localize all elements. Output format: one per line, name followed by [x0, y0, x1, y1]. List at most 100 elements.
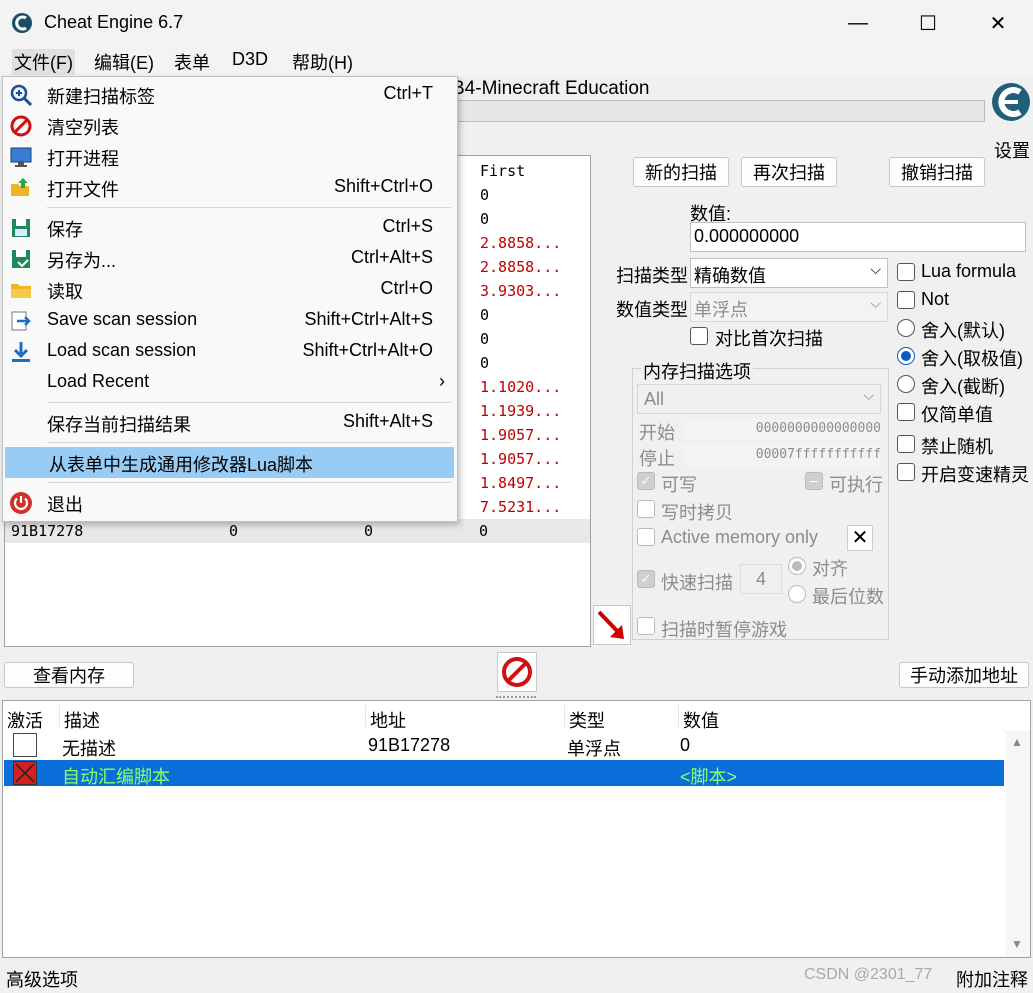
header-divider	[678, 705, 679, 727]
save-as-icon	[12, 250, 30, 268]
comments-label[interactable]: 附加注释	[956, 966, 1028, 992]
memory-options-title: 内存扫描选项	[641, 358, 753, 384]
close-button[interactable]: ✕	[963, 0, 1033, 46]
vertical-scrollbar[interactable]: ▲ ▼	[1006, 731, 1030, 957]
cheat-engine-settings-logo-icon[interactable]	[990, 78, 1032, 134]
first-value-cell: 0	[480, 186, 490, 204]
fast-scan-label: 快速扫描	[661, 573, 733, 593]
stop-input[interactable]: 00007fffffffffff	[682, 444, 881, 466]
round-truncate-radio[interactable]	[897, 375, 915, 393]
menu-item-shortcut: Ctrl+S	[382, 216, 433, 236]
menu-table[interactable]: 表单	[172, 49, 212, 75]
menu-item-new-scan-tab[interactable]: 新建扫描标签 Ctrl+T	[3, 79, 455, 110]
menu-item-save[interactable]: 保存 Ctrl+S	[3, 212, 455, 243]
first-value-cell: 7.5231...	[480, 498, 562, 516]
value-text: 0.000000000	[694, 226, 800, 246]
script-checkbox[interactable]	[13, 761, 37, 785]
menu-item-label: Save scan session	[47, 309, 198, 329]
pause-game-checkbox[interactable]	[637, 617, 655, 635]
menu-item-save-as[interactable]: 另存为... Ctrl+Alt+S	[3, 243, 455, 274]
header-type[interactable]: 类型	[569, 707, 605, 733]
advanced-options-label[interactable]: 高级选项	[6, 966, 78, 992]
add-address-button[interactable]: 手动添加地址	[899, 662, 1029, 688]
header-description[interactable]: 描述	[64, 707, 100, 733]
start-value: 0000000000000000	[755, 421, 881, 436]
menu-item-load[interactable]: 读取 Ctrl+O	[3, 274, 455, 305]
active-checkbox[interactable]	[13, 733, 37, 757]
first-value-cell: 3.9303...	[480, 282, 562, 300]
start-input[interactable]: 0000000000000000	[682, 418, 881, 440]
fast-scan-value-input[interactable]: 4	[740, 564, 782, 594]
first-value-cell: 1.9057...	[480, 450, 562, 468]
table-row-selected[interactable]: 自动汇编脚本 <脚本>	[4, 760, 1004, 787]
clear-list-button[interactable]	[497, 652, 537, 692]
menu-item-load-scan-session[interactable]: Load scan session Shift+Ctrl+Alt+O	[3, 336, 455, 367]
zoom-in-icon	[10, 84, 33, 107]
row-address: 91B17278	[368, 735, 451, 755]
menu-item-shortcut: Shift+Ctrl+Alt+O	[302, 340, 433, 360]
simple-values-checkbox[interactable]	[897, 403, 915, 421]
round-extreme-radio[interactable]	[897, 347, 915, 365]
minimize-button[interactable]: —	[823, 0, 893, 46]
result-row[interactable]: 91B17278 0 0 0	[5, 519, 590, 543]
scroll-up-icon[interactable]: ▲	[1011, 735, 1023, 749]
menu-separator	[47, 442, 451, 443]
not-checkbox[interactable]	[897, 291, 915, 309]
close-icon[interactable]: ✕	[847, 525, 873, 551]
no-random-checkbox[interactable]	[897, 435, 915, 453]
writable-checkbox[interactable]: ✓	[637, 472, 655, 490]
next-scan-button[interactable]: 再次扫描	[741, 157, 837, 187]
copy-on-write-checkbox[interactable]	[637, 500, 655, 518]
menu-file[interactable]: 文件(F)	[12, 49, 75, 75]
header-value[interactable]: 数值	[683, 707, 719, 733]
align-radio[interactable]	[788, 557, 806, 575]
region-select[interactable]: All ⌵	[637, 384, 881, 414]
settings-label[interactable]: 设置	[994, 137, 1030, 163]
first-value-cell: 1.8497...	[480, 474, 562, 492]
header-active[interactable]: 激活	[7, 707, 43, 733]
fast-scan-checkbox[interactable]: ✓	[637, 570, 655, 588]
last-digits-radio[interactable]	[788, 585, 806, 603]
menu-item-open-file[interactable]: 打开文件 Shift+Ctrl+O	[3, 172, 455, 203]
first-value-cell: 0	[480, 354, 490, 372]
menu-item-load-recent[interactable]: Load Recent ›	[3, 367, 455, 398]
executable-label: 可执行	[829, 475, 883, 495]
scroll-down-icon[interactable]: ▼	[1011, 937, 1023, 951]
window-title: Cheat Engine 6.7	[44, 12, 184, 32]
menu-item-clear-list[interactable]: 清空列表	[3, 110, 455, 141]
copy-on-write-label: 写时拷贝	[661, 503, 733, 523]
view-memory-button[interactable]: 查看内存	[4, 662, 134, 688]
add-to-list-button[interactable]	[593, 605, 631, 645]
region-value: All	[644, 389, 665, 409]
compare-first-checkbox[interactable]	[690, 327, 708, 345]
export-icon	[11, 311, 31, 331]
menu-edit[interactable]: 编辑(E)	[92, 49, 156, 75]
menu-item-save-scan-session[interactable]: Save scan session Shift+Ctrl+Alt+S	[3, 305, 455, 336]
value-input[interactable]: 0.000000000	[690, 222, 1026, 252]
menu-item-exit[interactable]: 退出	[3, 487, 455, 518]
menu-d3d[interactable]: D3D	[230, 49, 270, 70]
undo-scan-button[interactable]: 撤销扫描	[889, 157, 985, 187]
power-icon	[10, 492, 32, 514]
scan-type-value: 精确数值	[694, 266, 766, 286]
first-value-cell: 2.8858...	[480, 234, 562, 252]
scan-type-select[interactable]: 精确数值 ⌵	[690, 258, 888, 288]
not-label: Not	[921, 289, 950, 309]
table-row[interactable]: 无描述 91B17278 单浮点 0	[4, 731, 1004, 759]
active-memory-checkbox[interactable]	[637, 528, 655, 546]
lua-formula-checkbox[interactable]	[897, 263, 915, 281]
executable-checkbox[interactable]: –	[805, 472, 823, 490]
speedhack-checkbox[interactable]	[897, 463, 915, 481]
menu-item-open-process[interactable]: 打开进程	[3, 141, 455, 172]
value-type-select[interactable]: 单浮点 ⌵	[690, 292, 888, 322]
menu-item-label: 从表单中生成通用修改器Lua脚本	[49, 455, 314, 475]
menu-item-generate-trainer-lua[interactable]: 从表单中生成通用修改器Lua脚本	[5, 447, 454, 478]
menu-item-save-scan-results[interactable]: 保存当前扫描结果 Shift+Alt+S	[3, 407, 455, 438]
maximize-button[interactable]: ☐	[893, 0, 963, 46]
column-header-first[interactable]: First	[480, 162, 525, 180]
round-extreme-label: 舍入(取极值)	[921, 349, 1023, 369]
header-address[interactable]: 地址	[370, 707, 406, 733]
menu-help[interactable]: 帮助(H)	[290, 49, 355, 75]
new-scan-button[interactable]: 新的扫描	[633, 157, 729, 187]
round-default-radio[interactable]	[897, 319, 915, 337]
